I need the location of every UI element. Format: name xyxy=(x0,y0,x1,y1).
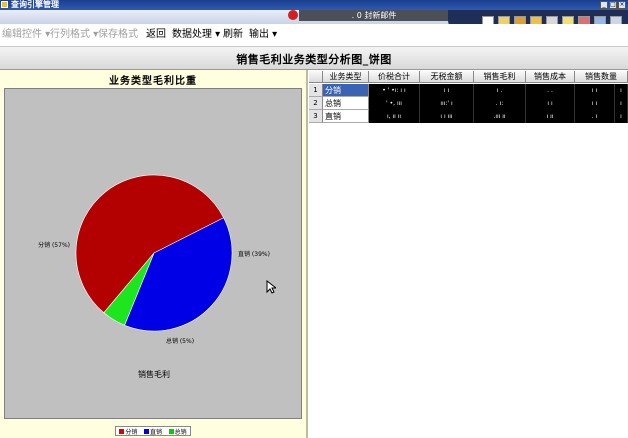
slice-label: 直销 (39%) xyxy=(238,250,270,258)
value-cell[interactable]: ı xyxy=(615,110,628,123)
row-type-cell[interactable]: 总销 xyxy=(323,97,369,110)
value-cell[interactable]: ı, ıı ıı xyxy=(369,110,420,123)
column-header[interactable]: 价税合计 xyxy=(369,71,420,83)
legend-swatch xyxy=(143,428,149,434)
minimize-button[interactable]: _ xyxy=(600,1,608,9)
value-cell[interactable]: . . xyxy=(526,84,575,97)
menu-edit-controls[interactable]: 编辑控件 ▾ xyxy=(2,28,50,42)
slice-label: 总销 (5%) xyxy=(166,337,194,345)
window-title-bar: 查询引擎管理 _ □ × xyxy=(0,0,628,10)
series-label: 销售毛利 xyxy=(138,369,170,379)
menu-refresh[interactable]: 刷新 xyxy=(223,28,243,42)
value-cell[interactable]: ııı:' ı xyxy=(420,97,474,110)
mail-notification[interactable]: . 0 封新邮件 xyxy=(299,10,449,21)
row-number: 3 xyxy=(309,110,323,123)
value-cell[interactable]: ı ı ııı xyxy=(420,110,474,123)
window-title: 查询引擎管理 xyxy=(11,0,59,9)
row-type-cell[interactable]: 直销 xyxy=(323,110,369,123)
menu-save-format[interactable]: 保存格式 xyxy=(98,28,138,42)
value-cell[interactable]: .ııı ıı xyxy=(474,110,526,123)
row-number: 1 xyxy=(309,84,323,97)
menu-row-col-format[interactable]: 行列格式 ▾ xyxy=(50,28,98,42)
slice-label: 分销 (57%) xyxy=(38,241,70,249)
value-cell[interactable]: . ı xyxy=(575,110,615,123)
chart-panel: 业务类型毛利比重 分销 (57%) 直销 (39%) 总销 (5%) 销售毛利 分销… xyxy=(0,70,308,438)
maximize-button[interactable]: □ xyxy=(609,1,617,9)
chart-title: 业务类型毛利比重 xyxy=(109,76,197,87)
legend-entry-zongxiao: 总销 xyxy=(168,427,187,436)
value-cell[interactable]: ı ı xyxy=(526,97,575,110)
page-title: 销售毛利业务类型分析图_饼图 xyxy=(236,53,392,66)
menu-output[interactable]: 输出 ▾ xyxy=(249,28,277,42)
page-header: 销售毛利业务类型分析图_饼图 xyxy=(0,47,628,70)
legend-swatch xyxy=(119,428,125,434)
column-header[interactable]: 销售成本 xyxy=(526,71,575,83)
value-cell[interactable]: • ' •ı: ı ı xyxy=(369,84,420,97)
mouse-pointer-icon xyxy=(266,280,276,294)
value-cell[interactable]: ı ı xyxy=(575,84,615,97)
chart-legend: 分销 直销 总销 xyxy=(115,426,191,436)
data-grid: 业务类型 价税合计 无税金额 销售毛利 销售成本 销售数量 1 分销 • ' •… xyxy=(309,70,628,438)
value-cell[interactable]: . ı: xyxy=(474,97,526,110)
value-cell[interactable]: ı xyxy=(615,84,628,97)
pie-chart: 分销 (57%) 直销 (39%) 总销 (5%) 销售毛利 xyxy=(38,174,270,379)
value-cell[interactable]: ı . xyxy=(474,84,526,97)
value-cell[interactable]: ı ı xyxy=(420,84,474,97)
legend-label: 分销 xyxy=(125,428,138,436)
mail-icon[interactable] xyxy=(288,10,298,20)
menu-data-processing[interactable]: 数据处理 ▾ xyxy=(172,28,220,42)
legend-swatch xyxy=(168,428,174,434)
value-cell[interactable]: ı ı xyxy=(575,97,615,110)
column-header[interactable]: 无税金额 xyxy=(420,71,474,83)
table-row[interactable]: 2 总销 ' •, ııı ııı:' ı . ı: ı ı ı ı ı xyxy=(309,97,628,110)
window-controls: _ □ × xyxy=(600,1,626,9)
legend-entry-zhixiao: 直销 xyxy=(143,427,162,436)
table-row[interactable]: 1 分销 • ' •ı: ı ı ı ı ı . . . ı ı ı xyxy=(309,84,628,97)
value-cell[interactable]: ' •, ııı xyxy=(369,97,420,110)
grid-corner xyxy=(309,71,323,83)
close-button[interactable]: × xyxy=(618,1,626,9)
row-number: 2 xyxy=(309,97,323,110)
menu-back[interactable]: 返回 xyxy=(146,28,166,42)
menu-bar: 编辑控件 ▾ 行列格式 ▾ 保存格式 返回 数据处理 ▾ 刷新 输出 ▾ xyxy=(0,24,628,47)
plot-area: 分销 (57%) 直销 (39%) 总销 (5%) 销售毛利 xyxy=(4,88,302,419)
row-type-cell[interactable]: 分销 xyxy=(323,84,369,97)
legend-entry-fenxiao: 分销 xyxy=(119,427,137,436)
column-header[interactable]: 销售毛利 xyxy=(474,71,526,83)
legend-label: 直销 xyxy=(149,428,162,436)
column-header[interactable]: 业务类型 xyxy=(323,71,369,83)
app-icon xyxy=(1,1,8,8)
value-cell[interactable]: ı xyxy=(615,97,628,110)
value-cell[interactable]: ı ıı xyxy=(526,110,575,123)
column-header[interactable]: 销售数量 xyxy=(575,71,628,83)
table-row[interactable]: 3 直销 ı, ıı ıı ı ı ııı .ııı ıı ı ıı . ı ı xyxy=(309,110,628,123)
legend-label: 总销 xyxy=(174,428,187,436)
grid-header-row: 业务类型 价税合计 无税金额 销售毛利 销售成本 销售数量 xyxy=(309,71,628,83)
